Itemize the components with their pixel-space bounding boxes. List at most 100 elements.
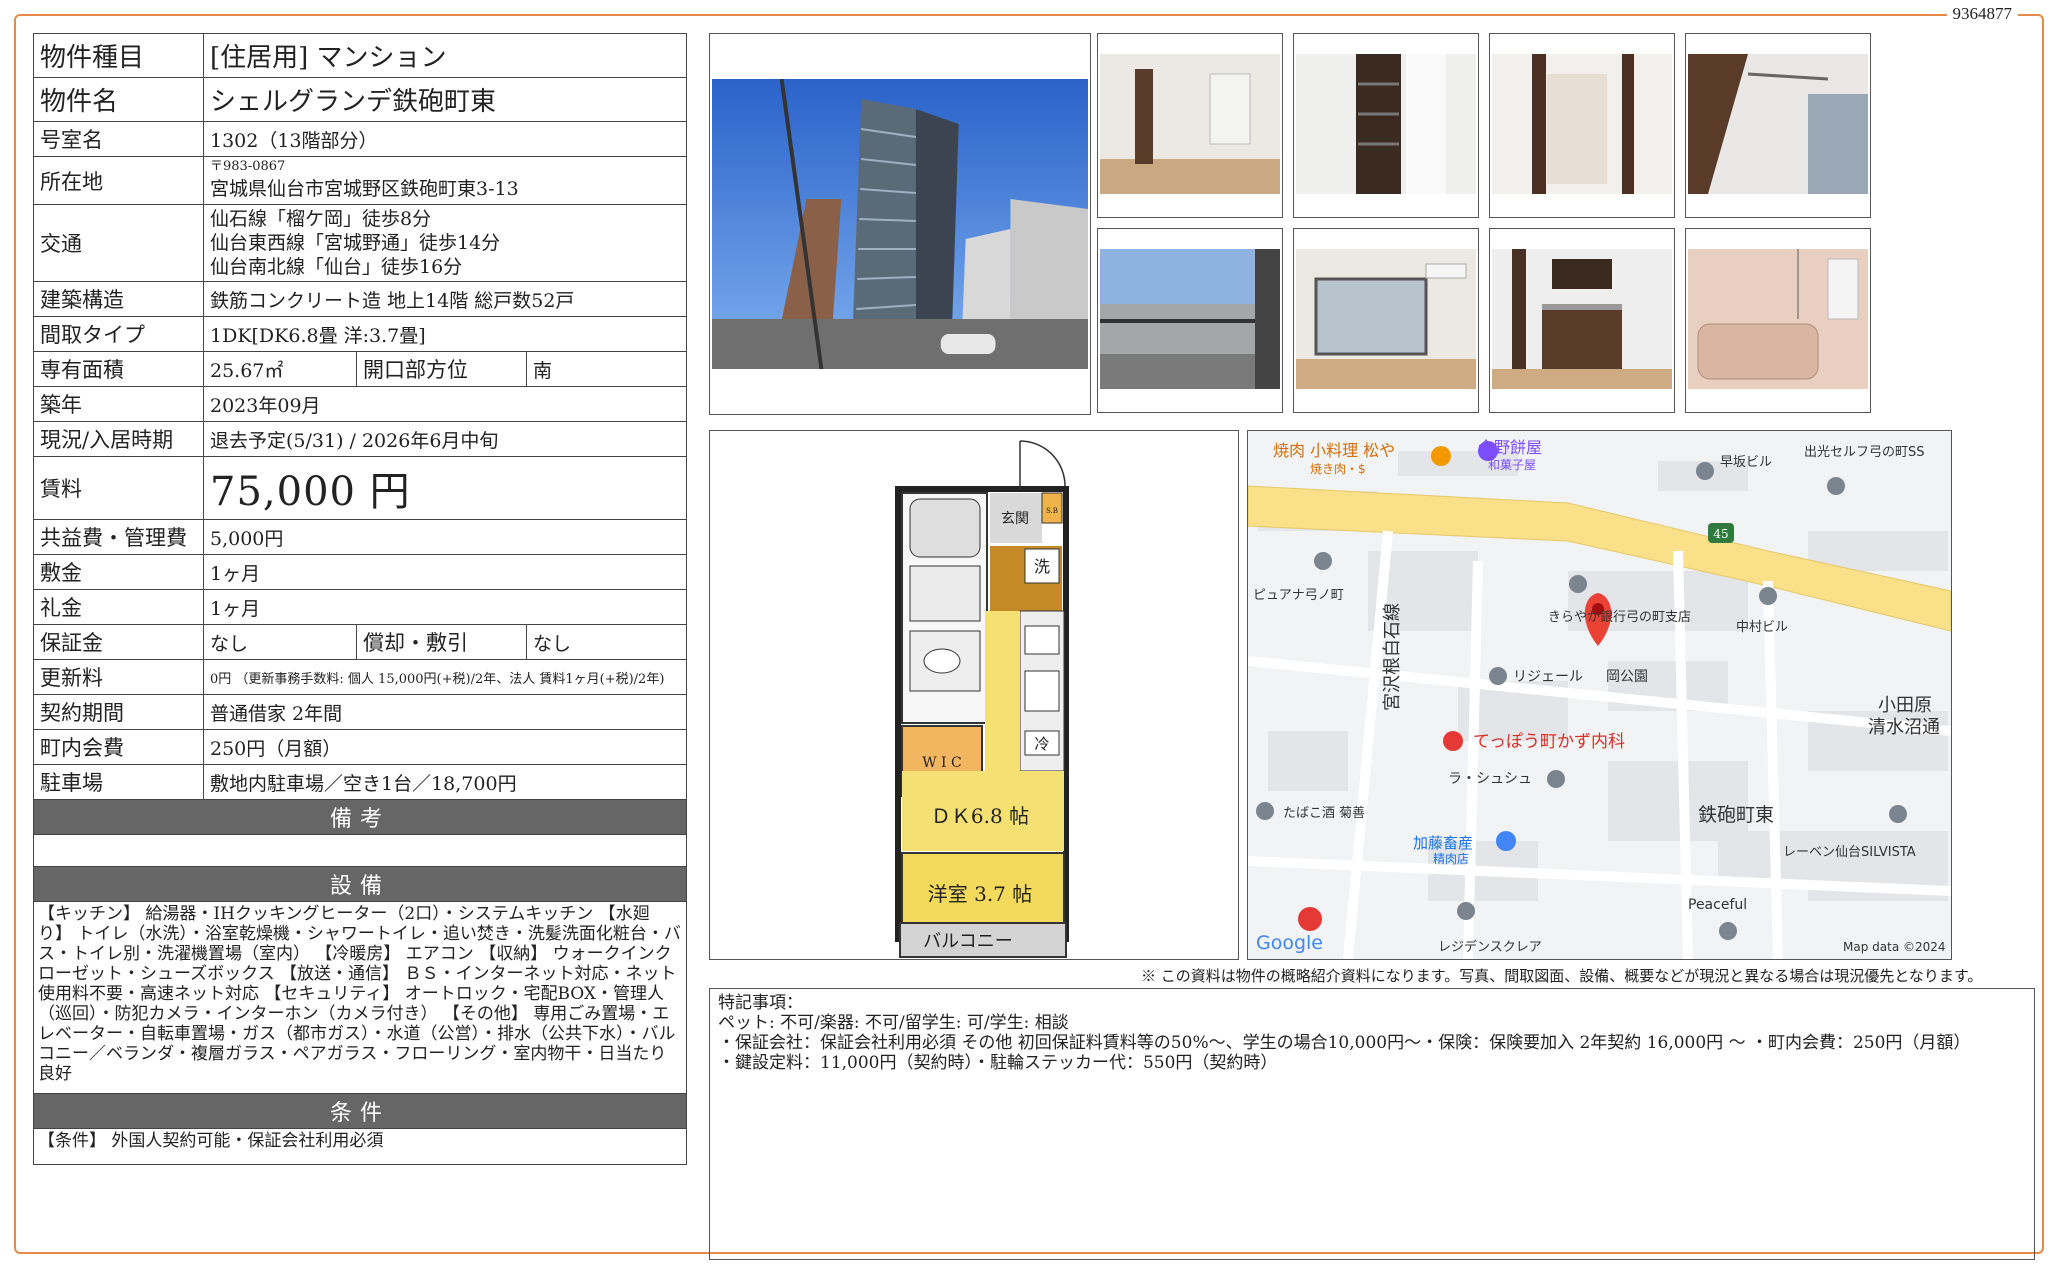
floor-plan-drawing: 玄関 S.B 洗 W I C 冷 ＤＫ6.8 帖 洋室 3.7 帖 バルコニー	[870, 431, 1080, 959]
plan-fridge: 冷	[1034, 735, 1049, 753]
map-label: 小田原	[1878, 695, 1932, 716]
type-value: [住居用] マンション	[203, 33, 687, 78]
location-map[interactable]: 45 焼肉 小料理 松や 焼き肉・$ 今野餅屋 和菓子屋 早坂ビル 出光セルフ弓…	[1247, 430, 1952, 960]
deposit-value: 1ヶ月	[203, 554, 687, 590]
document-id: 9364877	[1946, 4, 2018, 24]
renewal-label: 更新料	[33, 659, 204, 695]
postal-code: 〒983-0867	[210, 159, 286, 174]
map-route-number: 45	[1713, 527, 1728, 541]
balcony-photo[interactable]	[1097, 228, 1283, 413]
guarantee-value: なし	[203, 624, 357, 660]
contract-label: 契約期間	[33, 694, 204, 730]
room-value: 1302（13階部分）	[203, 121, 687, 157]
map-label: 焼肉 小料理 松や	[1273, 441, 1395, 460]
interior-photo[interactable]	[1489, 33, 1675, 218]
map-label: レジデンスクレア	[1438, 939, 1542, 955]
layout-value: 1DK[DK6.8畳 洋:3.7畳]	[203, 316, 687, 352]
remarks-line: ・保証会社：保証会社利用必須 その他 初回保証料賃料等の50%～、学生の場合10…	[718, 1033, 1971, 1053]
renewal-value: 0円 （更新事務手数料: 個人 15,000円(+税)/2年、法人 賃料1ヶ月(…	[203, 659, 687, 695]
map-label: 焼き肉・$	[1310, 462, 1366, 476]
conditions-header: 条件	[33, 1093, 687, 1129]
built-value: 2023年09月	[203, 386, 687, 422]
special-remarks: 特記事項： ペット: 不可/楽器: 不可/留学生: 可/学生: 相談 ・保証会社…	[709, 988, 2035, 1260]
interior-illustration	[1492, 54, 1672, 194]
address-cell: 〒983-0867 宮城県仙台市宮城野区鉄砲町東3-13	[203, 156, 687, 205]
type-label: 物件種目	[33, 33, 204, 78]
map-label: 和菓子屋	[1488, 458, 1536, 472]
amort-label: 償却・敷引	[356, 624, 527, 660]
map-label: 精肉店	[1433, 852, 1469, 866]
interior-illustration	[1100, 54, 1280, 194]
balcony-illustration	[1100, 249, 1280, 389]
equipment-text: 【キッチン】 給湯器・IHクッキングヒーター（2口）・システムキッチン 【水廻り…	[33, 901, 687, 1094]
remarks-title: 特記事項：	[718, 993, 803, 1013]
guarantee-label: 保証金	[33, 624, 204, 660]
map-label: 鉄砲町東	[1698, 804, 1774, 826]
bathroom-illustration	[1688, 249, 1868, 389]
plan-wash: 洗	[1034, 557, 1050, 576]
map-label: ピュアナ弓ノ町	[1253, 588, 1344, 603]
layout-label: 間取タイプ	[33, 316, 204, 352]
interior-illustration	[1688, 54, 1868, 194]
kitchen-illustration	[1492, 249, 1672, 389]
plan-dk: ＤＫ6.8 帖	[931, 804, 1029, 828]
map-label: たばこ酒 菊善	[1283, 805, 1365, 821]
remarks-line: ・鍵設定料：11,000円（契約時）・駐輪ステッカー代：550円（契約時）	[718, 1053, 1278, 1073]
equipment-header: 設備	[33, 866, 687, 902]
kitchen-photo[interactable]	[1489, 228, 1675, 413]
transport-line: 仙石線「榴ケ岡」徒歩8分	[210, 208, 432, 230]
parking-value: 敷地内駐車場／空き1台／18,700円	[203, 764, 687, 800]
fee-label: 共益費・管理費	[33, 519, 204, 555]
keymoney-value: 1ヶ月	[203, 589, 687, 625]
remarks-line: ペット: 不可/楽器: 不可/留学生: 可/学生: 相談	[718, 1013, 1069, 1033]
map-label: リジェール	[1513, 669, 1583, 685]
plan-entrance: 玄関	[1001, 510, 1029, 527]
property-name: シェルグランデ鉄砲町東	[203, 77, 687, 122]
map-label: Peaceful	[1688, 897, 1747, 913]
deposit-label: 敷金	[33, 554, 204, 590]
area-label: 専有面積	[33, 351, 204, 387]
town-value: 250円（月額）	[203, 729, 687, 765]
rent-label: 賃料	[33, 456, 204, 520]
room-photo[interactable]	[1293, 228, 1479, 413]
remarks-cell	[33, 834, 687, 867]
map-label: 加藤畜産	[1413, 834, 1473, 852]
name-label: 物件名	[33, 77, 204, 122]
interior-photo[interactable]	[1685, 33, 1871, 218]
address-value: 宮城県仙台市宮城野区鉄砲町東3-13	[210, 178, 519, 200]
keymoney-label: 礼金	[33, 589, 204, 625]
room-illustration	[1296, 249, 1476, 389]
map-label: 清水沼通	[1868, 717, 1940, 738]
map-label: レーベン仙台SILVISTA	[1783, 845, 1916, 860]
remarks-header: 備考	[33, 799, 687, 835]
floor-plan[interactable]: 玄関 S.B 洗 W I C 冷 ＤＫ6.8 帖 洋室 3.7 帖 バルコニー	[709, 430, 1239, 960]
direction-label: 開口部方位	[356, 351, 527, 387]
fee-value: 5,000円	[203, 519, 687, 555]
map-label: 早坂ビル	[1720, 455, 1772, 470]
structure-value: 鉄筋コンクリート造 地上14階 総戸数52戸	[203, 281, 687, 317]
room-label: 号室名	[33, 121, 204, 157]
map-attribution: Map data ©2024	[1843, 940, 1946, 954]
direction-value: 南	[526, 351, 687, 387]
map-label: 出光セルフ弓の町SS	[1804, 445, 1925, 460]
building-illustration	[712, 79, 1088, 369]
interior-photo[interactable]	[1293, 33, 1479, 218]
map-label: 岡公園	[1606, 669, 1648, 685]
property-table: 物件種目 [住居用] マンション 物件名 シェルグランデ鉄砲町東 号室名 1302（1…	[33, 33, 687, 1165]
plan-western: 洋室 3.7 帖	[928, 882, 1033, 906]
disclaimer: ※ この資料は物件の概略紹介資料になります。写真、間取図面、設備、概要などが現況…	[1141, 967, 1983, 985]
map-drawing: 45 焼肉 小料理 松や 焼き肉・$ 今野餅屋 和菓子屋 早坂ビル 出光セルフ弓…	[1248, 431, 1951, 959]
map-label: てっぽう町かず内科	[1473, 732, 1625, 752]
built-label: 築年	[33, 386, 204, 422]
map-label: 中村ビル	[1736, 620, 1788, 635]
plan-wic: W I C	[922, 755, 962, 771]
bathroom-photo[interactable]	[1685, 228, 1871, 413]
plan-sb: S.B	[1046, 507, 1058, 515]
status-label: 現況/入居時期	[33, 421, 204, 457]
transport-line: 仙台南北線「仙台」徒歩16分	[210, 256, 463, 278]
interior-photo[interactable]	[1097, 33, 1283, 218]
town-label: 町内会費	[33, 729, 204, 765]
structure-label: 建築構造	[33, 281, 204, 317]
building-photo[interactable]	[709, 33, 1091, 415]
map-label: 今野餅屋	[1478, 438, 1542, 457]
